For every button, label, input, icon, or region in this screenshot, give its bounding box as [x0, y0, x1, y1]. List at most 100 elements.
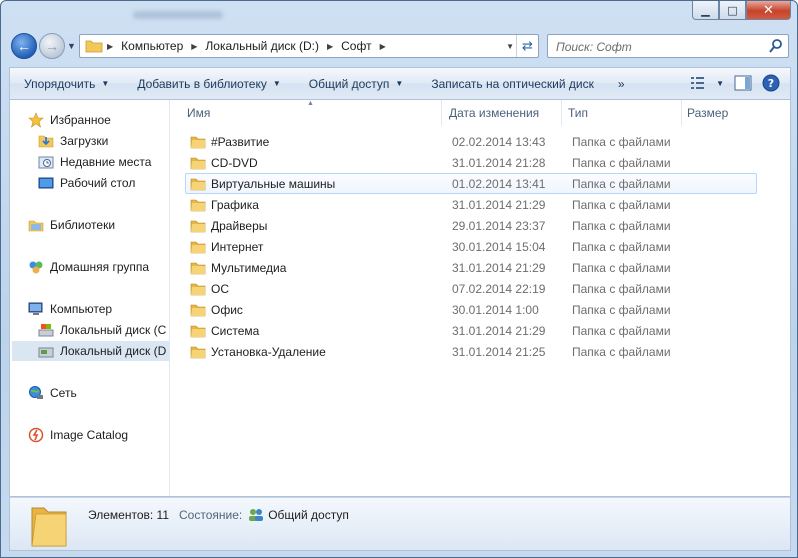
nav-disk-d-label: Локальный диск (D	[60, 344, 167, 358]
file-list[interactable]: ▲ Имя Дата изменения Тип Размер #Развити…	[171, 100, 790, 496]
organize-label: Упорядочить	[24, 76, 96, 91]
file-name: Система	[211, 323, 260, 338]
breadcrumb-arrow[interactable]: ▶	[107, 42, 113, 51]
chevron-down-icon: ▼	[101, 79, 110, 88]
breadcrumb-arrow[interactable]: ▶	[191, 42, 197, 51]
breadcrumb-soft[interactable]: Софт	[337, 39, 375, 53]
chevron-down-icon: ▼	[272, 79, 281, 88]
address-bar[interactable]: ▶ Компьютер ▶ Локальный диск (D:) ▶ Софт…	[79, 34, 539, 58]
minimize-button[interactable]: ▁	[692, 1, 719, 20]
organize-button[interactable]: Упорядочить ▼	[10, 77, 123, 91]
refresh-icon[interactable]: ⇄	[516, 35, 538, 57]
nav-network[interactable]: Сеть	[28, 383, 77, 403]
file-row[interactable]: #Развитие 02.02.2014 13:43 Папка с файлами	[185, 131, 757, 152]
nav-libraries[interactable]: Библиотеки	[28, 215, 115, 235]
nav-favorites-label: Избранное	[50, 113, 111, 127]
add-to-library-button[interactable]: Добавить в библиотеку ▼	[123, 77, 294, 91]
file-type: Папка с файлами	[572, 281, 671, 296]
homegroup-icon	[29, 261, 43, 274]
file-date: 01.02.2014 13:41	[452, 176, 546, 191]
recent-pages-dropdown[interactable]: ▼	[67, 41, 76, 51]
image-catalog-icon	[28, 427, 44, 443]
file-row[interactable]: CD-DVD 31.01.2014 21:28 Папка с файлами	[185, 152, 757, 173]
address-dropdown-icon[interactable]: ▼	[506, 42, 514, 51]
nav-disk-c[interactable]: Локальный диск (C	[38, 320, 166, 340]
file-name: Графика	[211, 197, 259, 212]
details-pane: Элементов: 11 Состояние: Общий доступ	[9, 497, 791, 551]
nav-computer-label: Компьютер	[50, 302, 113, 316]
computer-icon	[28, 302, 43, 315]
file-date: 30.01.2014 15:04	[452, 239, 546, 254]
file-type: Папка с файлами	[572, 134, 671, 149]
column-header-type[interactable]: Тип	[552, 100, 672, 126]
nav-downloads[interactable]: Загрузки	[38, 131, 108, 151]
column-header-name[interactable]: Имя	[171, 100, 441, 126]
column-header-date[interactable]: Дата изменения	[433, 100, 561, 126]
file-row[interactable]: Мультимедиа 31.01.2014 21:29 Папка с файла…	[185, 257, 757, 278]
file-row[interactable]: Установка-Удаление 31.01.2014 21:25 Папка …	[185, 341, 757, 362]
window-controls: ▁ □ ✕	[692, 1, 791, 20]
help-icon[interactable]: ?	[762, 74, 780, 92]
nav-homegroup[interactable]: Домашняя группа	[28, 257, 149, 277]
file-name: ОС	[211, 281, 229, 296]
file-type: Папка с файлами	[572, 260, 671, 275]
forward-button[interactable]: →	[39, 33, 65, 59]
file-date: 31.01.2014 21:28	[452, 155, 546, 170]
breadcrumb-disk-d[interactable]: Локальный диск (D:)	[201, 39, 323, 53]
nav-computer[interactable]: Компьютер	[28, 299, 112, 319]
share-button[interactable]: Общий доступ ▼	[295, 77, 418, 91]
file-row[interactable]: Интернет 30.01.2014 15:04 Папка с файлами	[185, 236, 757, 257]
view-dropdown-icon[interactable]: ▼	[716, 79, 724, 88]
burn-button[interactable]: Записать на оптический диск	[417, 77, 608, 91]
file-name: Установка-Удаление	[211, 344, 326, 359]
file-row[interactable]: Графика 31.01.2014 21:29 Папка с файлами	[185, 194, 757, 215]
more-commands-button[interactable]: »	[608, 77, 635, 91]
nav-image-catalog-label: Image Catalog	[50, 428, 129, 442]
nav-desktop[interactable]: Рабочий стол	[38, 173, 135, 193]
breadcrumb-computer[interactable]: Компьютер	[117, 39, 187, 53]
file-row[interactable]: Драйверы 29.01.2014 23:37 Папка с файлами	[185, 215, 757, 236]
content-area: Избранное Загрузки Недавние места Рабочи…	[9, 99, 791, 497]
maximize-button[interactable]: □	[719, 1, 746, 20]
breadcrumb-arrow[interactable]: ▶	[380, 42, 386, 51]
file-row[interactable]: Система 31.01.2014 21:29 Папка с файлами	[185, 320, 757, 341]
file-row[interactable]: Офис 30.01.2014 1:00 Папка с файлами	[185, 299, 757, 320]
back-button[interactable]: ←	[11, 33, 37, 59]
folder-icon	[190, 262, 206, 274]
nav-image-catalog[interactable]: Image Catalog	[28, 425, 128, 445]
nav-favorites[interactable]: Избранное	[28, 110, 111, 130]
file-row[interactable]: Виртуальные машины 01.02.2014 13:41 Папка …	[185, 173, 757, 194]
file-name: Драйверы	[211, 218, 268, 233]
search-input[interactable]: Поиск: Софт	[547, 34, 789, 58]
nav-disk-d[interactable]: Локальный диск (D	[12, 341, 169, 361]
navigation-pane[interactable]: Избранное Загрузки Недавние места Рабочи…	[10, 100, 170, 496]
file-date: 31.01.2014 21:29	[452, 260, 546, 275]
search-icon[interactable]	[769, 38, 783, 54]
file-name: Мультимедиа	[211, 260, 287, 275]
svg-text:?: ?	[768, 77, 774, 90]
nav-recent-places-label: Недавние места	[60, 155, 152, 169]
file-row[interactable]: ОС 07.02.2014 22:19 Папка с файлами	[185, 278, 757, 299]
burn-label: Записать на оптический диск	[431, 76, 594, 91]
file-date: 29.01.2014 23:37	[452, 218, 546, 233]
folder-icon	[190, 325, 206, 337]
breadcrumb-arrow[interactable]: ▶	[327, 42, 333, 51]
chevron-down-icon: ▼	[395, 79, 404, 88]
preview-pane-icon[interactable]	[734, 75, 752, 91]
file-date: 02.02.2014 13:43	[452, 134, 546, 149]
file-type: Папка с файлами	[572, 176, 671, 191]
nav-recent-places[interactable]: Недавние места	[38, 152, 151, 172]
share-label: Общий доступ	[308, 76, 390, 91]
file-name: #Развитие	[211, 134, 270, 149]
title-bar[interactable]: ▁ □ ✕	[1, 1, 797, 29]
folder-large-icon	[31, 507, 67, 547]
folder-icon	[190, 346, 206, 358]
network-icon	[29, 386, 43, 399]
column-header-size[interactable]: Размер	[671, 100, 771, 126]
folder-icon	[190, 220, 206, 232]
close-button[interactable]: ✕	[746, 1, 791, 20]
file-type: Папка с файлами	[572, 218, 671, 233]
view-options-icon[interactable]	[690, 76, 706, 90]
desktop-icon	[38, 177, 54, 189]
folder-icon	[190, 241, 206, 253]
